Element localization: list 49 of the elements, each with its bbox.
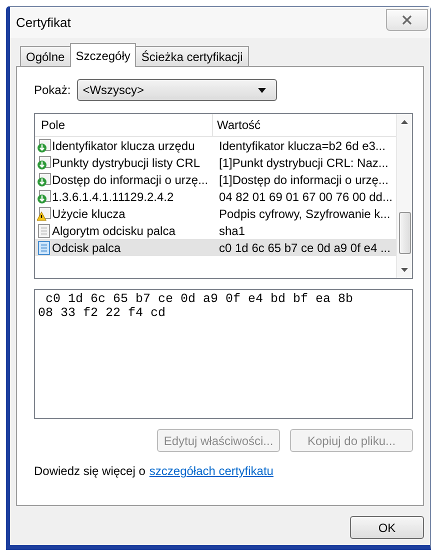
close-icon xyxy=(402,14,412,24)
show-dropdown[interactable]: <Wszyscy> xyxy=(76,79,277,101)
field-value: [1]Dostęp do informacji o urzę... xyxy=(218,172,390,186)
tab[interactable]: Ogólne xyxy=(20,46,71,66)
certificate-details-link[interactable]: szczegółach certyfikatu xyxy=(149,464,274,478)
field-name: Identyfikator klucza urzędu xyxy=(52,138,195,152)
window-title: Certyfikat xyxy=(16,15,71,30)
field-row[interactable]: Identyfikator klucza urzędu Identyfikator klucza=b2 6d e3... xyxy=(35,137,396,154)
tab[interactable]: Szczegóły xyxy=(70,43,136,67)
field-row[interactable]: Użycie klucza Podpis cyfrowy, Szyfrowanie k... xyxy=(35,205,396,222)
field-value: 04 82 01 69 01 67 00 76 00 dd... xyxy=(218,190,394,204)
scrollbar-thumb[interactable] xyxy=(398,212,410,254)
ok-button[interactable]: OK xyxy=(350,516,424,539)
field-row[interactable]: 1.3.6.1.4.1.11129.2.4.2 04 82 01 69 01 67 00 76 00 dd... xyxy=(35,188,396,205)
tab[interactable]: Ścieżka certyfikacji xyxy=(135,46,249,66)
field-name: Punkty dystrybucji listy CRL xyxy=(52,156,200,170)
field-value: [1]Punkt dystrybucji CRL: Naz... xyxy=(218,156,390,170)
certificate-extension-icon xyxy=(37,190,51,204)
value-detail-box[interactable]: c0 1d 6c 65 b7 ce 0d a9 0f e4 bd bf ea 8b 08 33 f2 22 f4 cd xyxy=(34,289,413,419)
field-name: 1.3.6.1.4.1.11129.2.4.2 xyxy=(52,190,174,204)
field-value: sha1 xyxy=(218,224,246,238)
hex-line: c0 1d 6c 65 b7 ce 0d a9 0f e4 bd bf ea 8b xyxy=(44,292,354,306)
field-name: Użycie klucza xyxy=(52,206,126,220)
column-header[interactable]: Pole xyxy=(35,114,213,136)
field-row[interactable]: Algorytm odcisku palca sha1 xyxy=(35,222,396,239)
learn-more-text: Dowiedz się więcej o xyxy=(34,464,146,478)
scroll-up-icon xyxy=(401,120,408,124)
certificate-extension-icon xyxy=(37,138,51,152)
scroll-down-icon xyxy=(401,268,408,272)
field-value: Identyfikator klucza=b2 6d e3... xyxy=(218,138,386,152)
field-row[interactable]: Odcisk palca c0 1d 6c 65 b7 ce 0d a9 0f e4 ... xyxy=(35,239,396,256)
certificate-extension-icon xyxy=(37,172,51,186)
certificate-extension-icon xyxy=(37,156,51,170)
field-row[interactable]: Dostęp do informacji o urzę... [1]Dostęp do informacji o urzę... xyxy=(35,171,396,188)
column-header[interactable]: Wartość xyxy=(213,114,396,136)
warning-icon xyxy=(37,206,51,220)
close-button[interactable] xyxy=(386,8,428,30)
show-label: Pokaż: xyxy=(34,83,71,97)
document-icon xyxy=(37,240,51,254)
document-icon xyxy=(37,224,51,238)
field-row[interactable]: Punkty dystrybucji listy CRL [1]Punkt dystrybucji CRL: Naz... xyxy=(35,154,396,171)
field-name: Odcisk palca xyxy=(52,240,121,254)
field-value: Podpis cyfrowy, Szyfrowanie k... xyxy=(218,206,392,220)
field-name: Dostęp do informacji o urzę... xyxy=(52,172,208,186)
field-name: Algorytm odcisku palca xyxy=(52,224,176,238)
scrollbar[interactable] xyxy=(396,114,412,278)
hex-line: 08 33 f2 22 f4 cd xyxy=(38,306,167,320)
dropdown-arrow-icon xyxy=(258,88,266,92)
field-value: c0 1d 6c 65 b7 ce 0d a9 0f e4 ... xyxy=(218,240,392,254)
